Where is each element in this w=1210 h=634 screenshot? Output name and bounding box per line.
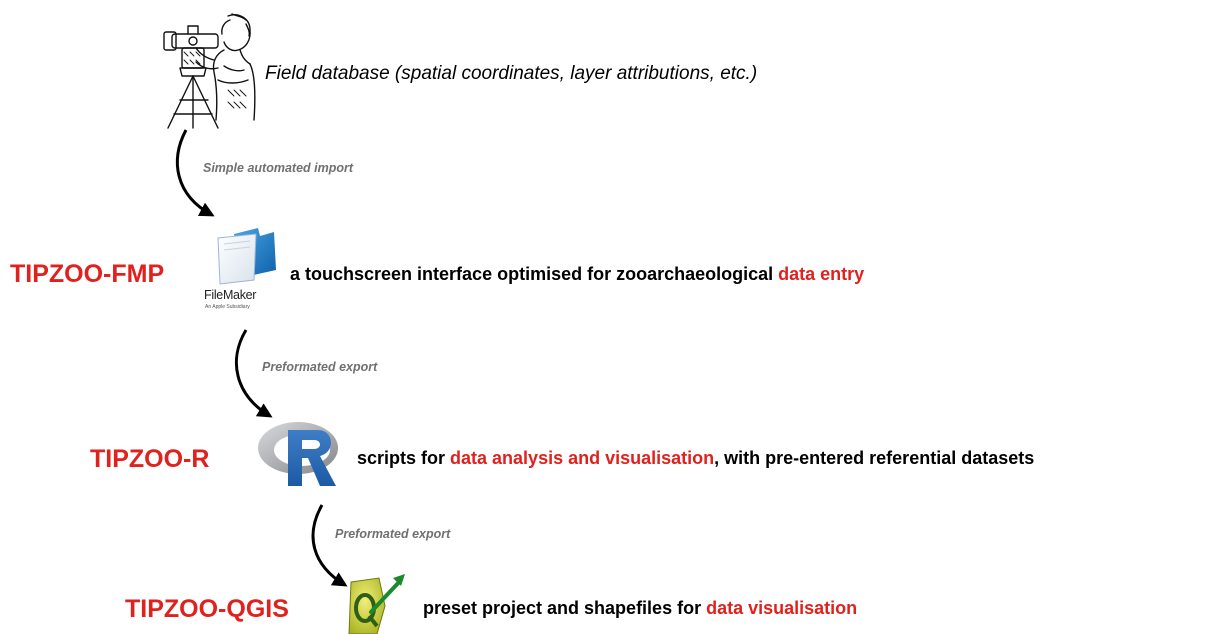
tool-desc-r: scripts for data analysis and visualisat… — [357, 448, 1034, 469]
flow-arrow-3 — [311, 504, 348, 587]
qgis-logo-icon — [348, 574, 405, 634]
arrow-label-export-2: Preformated export — [335, 527, 451, 541]
filemaker-logo-subtext: An Apple Subsidiary — [205, 304, 250, 310]
tool-desc-qgis: preset project and shapefiles for data v… — [423, 598, 857, 619]
tool-desc-fmp-text: a touchscreen interface optimised for zo… — [290, 264, 779, 284]
tool-name-fmp: TIPZOO-FMP — [10, 260, 165, 288]
arrow-label-export-1: Preformated export — [262, 360, 378, 374]
filemaker-logo-text: FileMaker — [204, 288, 257, 302]
tool-name-qgis: TIPZOO-QGIS — [125, 595, 289, 623]
tool-desc-qgis-text: preset project and shapefiles for — [423, 598, 707, 618]
filemaker-logo-icon — [217, 228, 276, 285]
flow-arrows — [175, 129, 348, 587]
tool-desc-r-text-end: , with pre-entered referential datasets — [714, 448, 1035, 468]
tool-desc-r-highlight: data analysis and visualisation — [450, 448, 715, 468]
r-logo-icon — [258, 422, 338, 486]
arrow-label-import: Simple automated import — [203, 161, 354, 175]
tool-desc-qgis-highlight: data visualisation — [706, 598, 858, 618]
tool-desc-fmp: a touchscreen interface optimised for zo… — [290, 264, 864, 285]
tool-desc-fmp-highlight: data entry — [778, 264, 865, 284]
tool-name-r: TIPZOO-R — [90, 445, 210, 473]
tool-desc-r-text: scripts for — [357, 448, 451, 468]
